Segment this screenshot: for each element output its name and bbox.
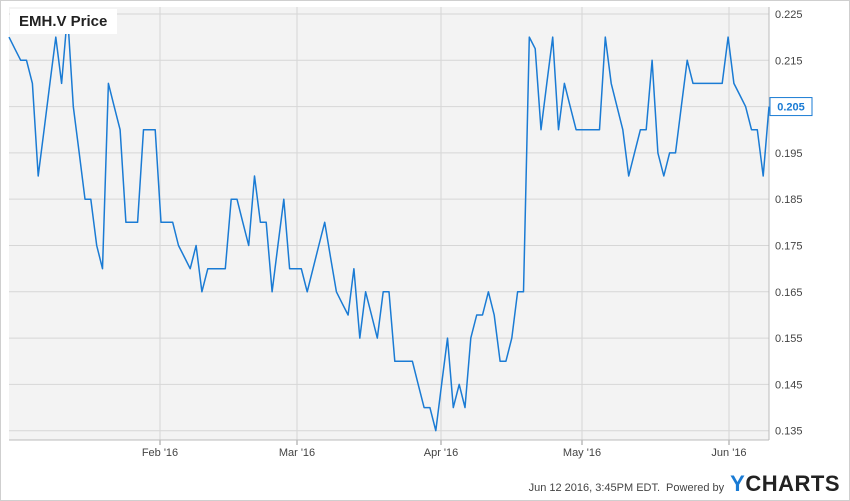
y-tick-label: 0.175 (775, 240, 803, 252)
y-tick-label: 0.215 (775, 55, 803, 67)
y-tick-label: 0.195 (775, 148, 803, 160)
x-tick-label: Mar '16 (279, 447, 315, 459)
ycharts-logo-y: Y (730, 471, 746, 496)
x-tick-label: May '16 (563, 447, 601, 459)
footer: Jun 12 2016, 3:45PM EDT. Powered by YCHA… (529, 471, 840, 497)
chart-title: EMH.V Price (10, 9, 118, 34)
y-tick-label: 0.135 (775, 426, 803, 438)
price-line (8, 13, 770, 432)
last-value-label: 0.205 (777, 102, 805, 114)
y-tick-label: 0.165 (775, 287, 803, 299)
x-tick-label: Feb '16 (142, 447, 178, 459)
y-tick-label: 0.155 (775, 333, 803, 345)
ycharts-logo[interactable]: YCHARTS (730, 471, 840, 497)
footer-powered-by: Powered by (666, 482, 725, 494)
ycharts-logo-rest: CHARTS (745, 471, 840, 496)
y-tick-label: 0.225 (775, 9, 803, 21)
y-tick-label: 0.185 (775, 194, 803, 206)
y-tick-label: 0.145 (775, 379, 803, 391)
price-chart: 0.225 0.215 0.205 0.195 0.185 0.175 0.165 0.155… (8, 7, 813, 459)
x-tick-label: Jun '16 (711, 447, 746, 459)
x-tick-label: Apr '16 (424, 447, 459, 459)
footer-timestamp: Jun 12 2016, 3:45PM EDT. (528, 482, 661, 494)
